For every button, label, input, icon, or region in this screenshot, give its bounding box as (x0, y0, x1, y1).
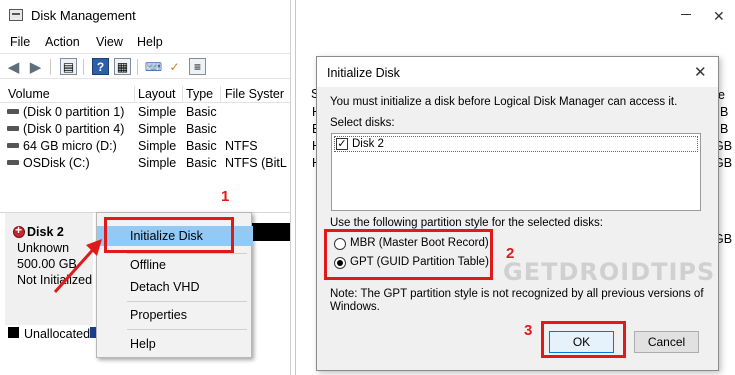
close-icon[interactable]: ✕ (713, 8, 725, 25)
disk-kind: Unknown (17, 241, 70, 255)
cell-type: Basic (186, 139, 217, 153)
properties-icon[interactable]: ▤ (60, 58, 77, 75)
cell-volume: OSDisk (C:) (23, 156, 90, 170)
menu-offline[interactable]: Offline (97, 255, 253, 275)
unallocated-bar[interactable] (250, 223, 290, 241)
cell-filesystem: NTFS (BitL (225, 156, 287, 170)
cell-type: Basic (186, 156, 217, 170)
menu-detach-vhd[interactable]: Detach VHD (97, 277, 253, 297)
cell-volume: (Disk 0 partition 4) (23, 122, 125, 136)
col-volume[interactable]: Volume (8, 87, 50, 101)
drive-icon (7, 126, 19, 131)
cell-type: Basic (186, 122, 217, 136)
cell-volume: (Disk 0 partition 1) (23, 105, 125, 119)
menu-help-item[interactable]: Help (97, 334, 253, 354)
menu-bar: File Action View Help (0, 32, 290, 52)
table-header: Volume Layout Type File Syster (0, 86, 290, 103)
disk-management-icon (9, 9, 23, 21)
disk-size: 500.00 GB (17, 257, 77, 271)
bg-fragment: B (720, 105, 729, 119)
cell-layout: Simple (138, 156, 177, 170)
connect-icon[interactable]: ⌨ (145, 58, 162, 75)
disk-list-item[interactable]: ✓ Disk 2 (334, 136, 698, 152)
list-icon[interactable]: ≡ (189, 58, 206, 75)
step-number-2: 2 (506, 245, 515, 262)
watermark-logo: GETDROIDTIPS (503, 258, 716, 286)
dialog-close-icon[interactable]: ✕ (694, 63, 707, 81)
note-line-2: Windows. (330, 301, 380, 313)
menu-action[interactable]: Action (45, 35, 80, 49)
drive-icon (7, 160, 19, 165)
help-icon[interactable]: ? (92, 58, 109, 75)
partition-style-label: Use the following partition style for th… (330, 217, 603, 229)
highlight-box-partition-style (324, 229, 493, 280)
step-number-1: 1 (221, 188, 230, 205)
disk-2-label: Disk 2 (352, 138, 384, 150)
cell-volume: 64 GB micro (D:) (23, 139, 117, 153)
table-row[interactable]: (Disk 0 partition 1) Simple Basic (0, 103, 290, 120)
back-icon[interactable]: ◀ (5, 58, 22, 76)
title-bar: Disk Management (0, 0, 290, 31)
highlight-box-initialize (104, 217, 234, 253)
bg-fragment: B (720, 122, 729, 136)
legend-unallocated: Unallocated (24, 327, 91, 341)
disk-not-initialized-icon (13, 223, 25, 238)
table-row[interactable]: 64 GB micro (D:) Simple Basic NTFS (0, 137, 290, 154)
table-row[interactable]: OSDisk (C:) Simple Basic NTFS (BitL (0, 154, 290, 171)
dialog-title: Initialize Disk (327, 66, 400, 80)
table-row[interactable]: (Disk 0 partition 4) Simple Basic (0, 120, 290, 137)
menu-help[interactable]: Help (137, 35, 163, 49)
window-title: Disk Management (31, 8, 136, 23)
menu-properties[interactable]: Properties (97, 305, 253, 325)
col-layout[interactable]: Layout (138, 87, 176, 101)
minimize-icon[interactable] (681, 14, 691, 15)
disk-state: Not Initialized (17, 273, 93, 287)
highlight-box-ok (541, 321, 626, 358)
step-number-3: 3 (524, 322, 533, 339)
note-line-1: Note: The GPT partition style is not rec… (330, 288, 704, 300)
initialize-disk-dialog: Initialize Disk ✕ You must initialize a … (316, 56, 719, 371)
cell-filesystem: NTFS (225, 139, 258, 153)
check-icon[interactable]: ✓ (166, 58, 183, 75)
col-filesystem[interactable]: File Syster (225, 87, 284, 101)
unallocated-swatch (8, 327, 19, 338)
dialog-message: You must initialize a disk before Logica… (330, 96, 678, 108)
drive-icon (7, 109, 19, 114)
disk-list[interactable]: ✓ Disk 2 (331, 133, 701, 211)
drive-icon (7, 143, 19, 148)
col-type[interactable]: Type (186, 87, 213, 101)
cell-type: Basic (186, 105, 217, 119)
cell-layout: Simple (138, 122, 177, 136)
volume-table: Volume Layout Type File Syster (Disk 0 p… (0, 86, 290, 171)
select-disks-label: Select disks: (330, 117, 395, 129)
menu-file[interactable]: File (10, 35, 30, 49)
menu-view[interactable]: View (96, 35, 123, 49)
disk-management-window: Disk Management File Action View Help ◀ … (0, 0, 291, 375)
disk-2-checkbox[interactable]: ✓ (336, 138, 348, 150)
cell-layout: Simple (138, 105, 177, 119)
grid-icon[interactable]: ▦ (114, 58, 131, 75)
bg-fragment: e (718, 88, 725, 102)
disk-name: Disk 2 (27, 225, 64, 239)
forward-icon[interactable]: ▶ (27, 58, 44, 76)
toolbar: ◀ ▶ ▤ ? ▦ ⌨ ✓ ≡ (0, 53, 290, 79)
cell-layout: Simple (138, 139, 177, 153)
disk-2-info[interactable]: Disk 2 Unknown 500.00 GB Not Initialized (5, 213, 93, 325)
cancel-button[interactable]: Cancel (634, 331, 699, 353)
